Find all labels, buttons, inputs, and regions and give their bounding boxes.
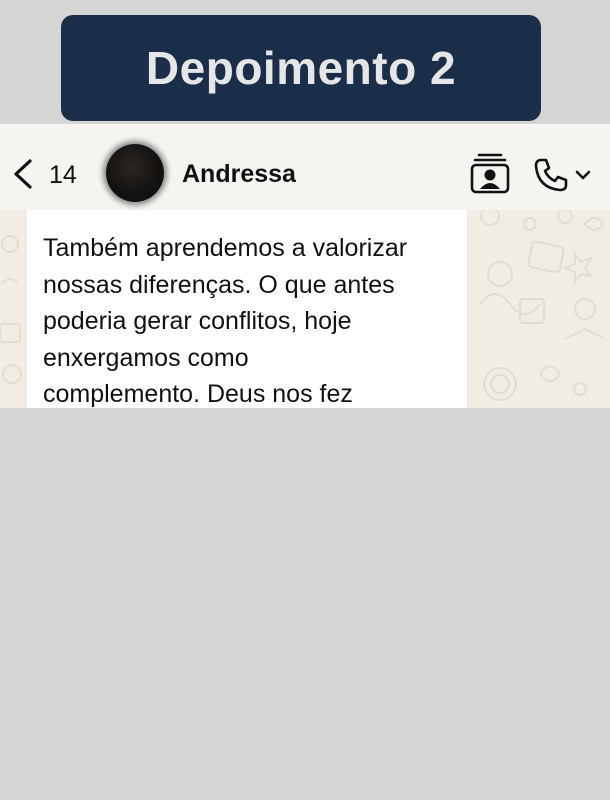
- message-text: Também aprendemos a valorizar nossas dif…: [43, 234, 408, 408]
- chat-header: 14 Andressa: [0, 124, 610, 210]
- chat-screenshot: 14 Andressa Também aprendemos a valoriza…: [0, 124, 610, 408]
- chevron-down-icon[interactable]: [574, 168, 592, 182]
- banner-title: Depoimento 2: [145, 42, 457, 94]
- testimonial-page: Depoimento 2 14 Andressa Também aprendem…: [0, 0, 610, 800]
- unread-count-badge[interactable]: 14: [49, 161, 77, 190]
- testimonial-banner: Depoimento 2: [61, 15, 541, 121]
- chevron-left-icon[interactable]: [10, 158, 36, 190]
- video-call-icon[interactable]: [470, 152, 510, 194]
- contact-avatar[interactable]: [106, 144, 164, 202]
- contact-name[interactable]: Andressa: [182, 160, 296, 189]
- message-bubble[interactable]: Também aprendemos a valorizar nossas dif…: [27, 210, 467, 408]
- phone-icon[interactable]: [533, 157, 569, 193]
